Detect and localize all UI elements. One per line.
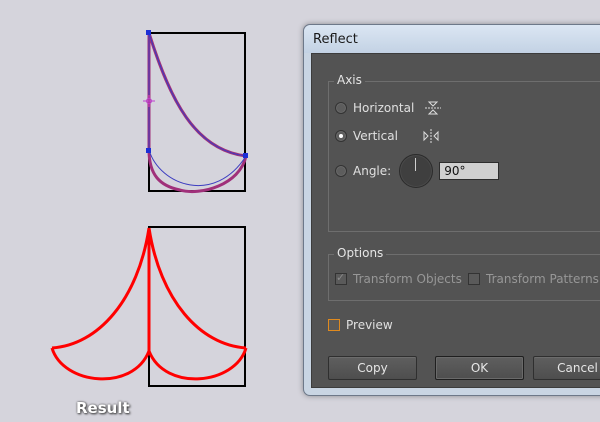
vertical-option[interactable]: Vertical <box>335 128 440 144</box>
cancel-button[interactable]: Cancel <box>533 356 600 380</box>
anchor-point-top[interactable] <box>146 30 151 35</box>
top-curve-path <box>147 32 248 194</box>
horizontal-label[interactable]: Horizontal <box>353 101 414 115</box>
copy-button[interactable]: Copy <box>328 356 417 380</box>
transform-objects-checkbox[interactable] <box>335 271 347 285</box>
angle-dial[interactable] <box>399 154 434 188</box>
top-curve-outline <box>148 32 247 186</box>
ok-button[interactable]: OK <box>435 356 524 380</box>
angle-option[interactable]: Angle: 90° <box>335 154 500 188</box>
options-group: Options Transform Objects Transform Patt… <box>328 246 600 301</box>
transform-patterns-option[interactable]: Transform Patterns <box>468 272 599 286</box>
horizontal-radio[interactable] <box>335 102 347 114</box>
result-rectangle <box>148 226 246 387</box>
preview-label[interactable]: Preview <box>346 318 393 332</box>
transform-objects-label[interactable]: Transform Objects <box>353 272 462 286</box>
vertical-radio[interactable] <box>335 130 347 142</box>
options-group-legend: Options <box>334 246 387 260</box>
transform-patterns-label[interactable]: Transform Patterns <box>486 272 599 286</box>
dialog-body: Axis Horizontal Vertical Angle: 90° Opti… <box>311 53 600 388</box>
anchor-point-right[interactable] <box>243 153 248 158</box>
preview-checkbox[interactable] <box>328 319 340 331</box>
transform-patterns-checkbox[interactable] <box>468 273 480 285</box>
dialog-titlebar[interactable]: Reflect <box>304 25 600 53</box>
reflect-vertical-icon <box>423 129 439 143</box>
horizontal-option[interactable]: Horizontal <box>335 100 442 116</box>
axis-group-legend: Axis <box>334 73 365 87</box>
angle-input[interactable]: 90° <box>439 162 500 180</box>
axis-group: Axis Horizontal Vertical Angle: 90° <box>328 73 600 232</box>
preview-option[interactable]: Preview <box>328 318 393 332</box>
anchor-point-mid[interactable] <box>146 148 151 153</box>
reflect-horizontal-icon <box>425 101 442 115</box>
transform-objects-option[interactable]: Transform Objects <box>335 271 462 286</box>
reflect-dialog: Reflect Axis Horizontal Vertical Angle: … <box>303 24 600 396</box>
angle-radio[interactable] <box>335 165 347 177</box>
result-caption: Result <box>76 399 130 417</box>
angle-label[interactable]: Angle: <box>353 164 391 178</box>
dialog-title: Reflect <box>313 32 358 47</box>
vertical-label[interactable]: Vertical <box>353 129 398 143</box>
reflect-origin-icon[interactable] <box>143 95 155 107</box>
top-rectangle <box>148 32 246 192</box>
